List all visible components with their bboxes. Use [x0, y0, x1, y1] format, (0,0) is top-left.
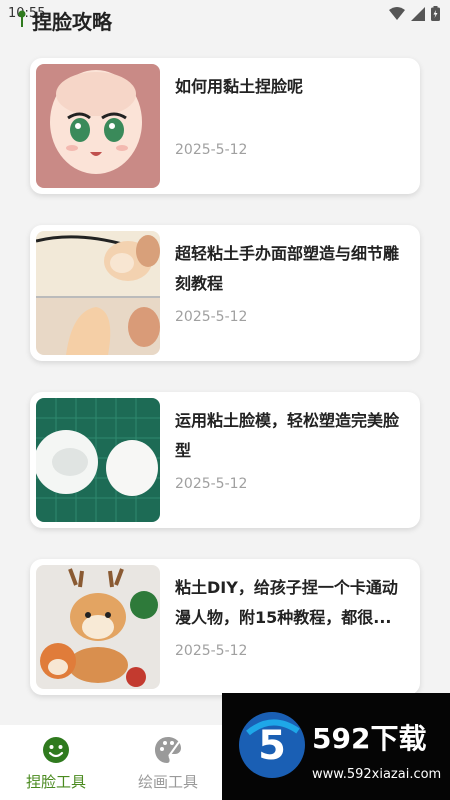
article-title: 粘土DIY，给孩子捏一个卡通动漫人物，附15种教程，都很... — [175, 578, 398, 627]
battery-icon — [431, 6, 440, 21]
article-date: 2025-5-12 — [175, 643, 248, 659]
article-card[interactable]: 超轻粘土手办面部塑造与细节雕刻教程 2025-5-12 — [30, 225, 420, 361]
watermark-brand: 592下载 — [312, 722, 427, 755]
signal-icon — [411, 6, 425, 21]
nav-item-face-tool[interactable]: 捏脸工具 — [0, 725, 112, 800]
smiley-icon — [43, 737, 69, 763]
article-date: 2025-5-12 — [175, 309, 248, 325]
article-thumbnail — [36, 398, 160, 522]
article-title: 运用粘土脸模，轻松塑造完美脸型 — [175, 411, 400, 460]
article-thumbnail — [36, 231, 160, 355]
status-icons — [389, 6, 440, 21]
clay-deer-image — [36, 565, 160, 689]
palette-icon — [155, 737, 181, 763]
nav-label: 绘画工具 — [137, 773, 198, 791]
face-mold-image — [36, 398, 160, 522]
pin-icon — [18, 10, 26, 27]
article-thumbnail — [36, 565, 160, 689]
article-card[interactable]: 如何用黏土捏脸呢 2025-5-12 — [30, 58, 420, 194]
article-title: 如何用黏土捏脸呢 — [175, 77, 304, 96]
watermark-logo: 5 — [239, 712, 305, 778]
article-title: 超轻粘土手办面部塑造与细节雕刻教程 — [175, 244, 400, 293]
watermark: 5 592下载 www.592xiazai.com — [222, 693, 450, 800]
wifi-icon — [389, 6, 405, 20]
article-date: 2025-5-12 — [175, 476, 248, 492]
article-card[interactable]: 粘土DIY，给孩子捏一个卡通动漫人物，附15种教程，都很... 2025-5-1… — [30, 559, 420, 695]
nav-label: 捏脸工具 — [25, 773, 86, 791]
doll-face-image — [36, 64, 160, 188]
nav-item-drawing-tool[interactable]: 绘画工具 — [112, 725, 224, 800]
watermark-logo-text: 5 — [258, 723, 286, 769]
article-thumbnail — [36, 64, 160, 188]
watermark-url: www.592xiazai.com — [312, 767, 442, 782]
article-card[interactable]: 运用粘土脸模，轻松塑造完美脸型 2025-5-12 — [30, 392, 420, 528]
clay-sculpt-image — [36, 231, 160, 355]
article-date: 2025-5-12 — [175, 142, 248, 158]
page-title: 捏脸攻略 — [32, 10, 112, 34]
